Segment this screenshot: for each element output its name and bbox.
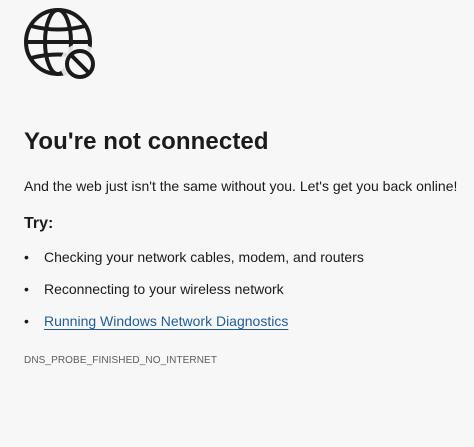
list-item: • Reconnecting to your wireless network — [24, 278, 364, 310]
bullet: • — [24, 281, 29, 297]
network-diagnostics-link[interactable]: Running Windows Network Diagnostics — [44, 313, 288, 329]
list-item: • Running Windows Network Diagnostics — [24, 310, 364, 342]
bullet: • — [24, 249, 29, 265]
suggestion-list: • Checking your network cables, modem, a… — [24, 246, 364, 342]
error-page: You're not connected And the web just is… — [0, 0, 474, 447]
try-heading: Try: — [24, 215, 54, 232]
bullet: • — [24, 313, 29, 329]
list-item: • Checking your network cables, modem, a… — [24, 246, 364, 278]
page-title: You're not connected — [24, 128, 269, 155]
globe-blocked-icon — [22, 6, 98, 82]
suggestion-reconnect-wireless: Reconnecting to your wireless network — [44, 281, 284, 297]
page-subtitle: And the web just isn't the same without … — [24, 178, 458, 194]
error-code: DNS_PROBE_FINISHED_NO_INTERNET — [24, 355, 218, 366]
suggestion-check-cables: Checking your network cables, modem, and… — [44, 249, 364, 265]
